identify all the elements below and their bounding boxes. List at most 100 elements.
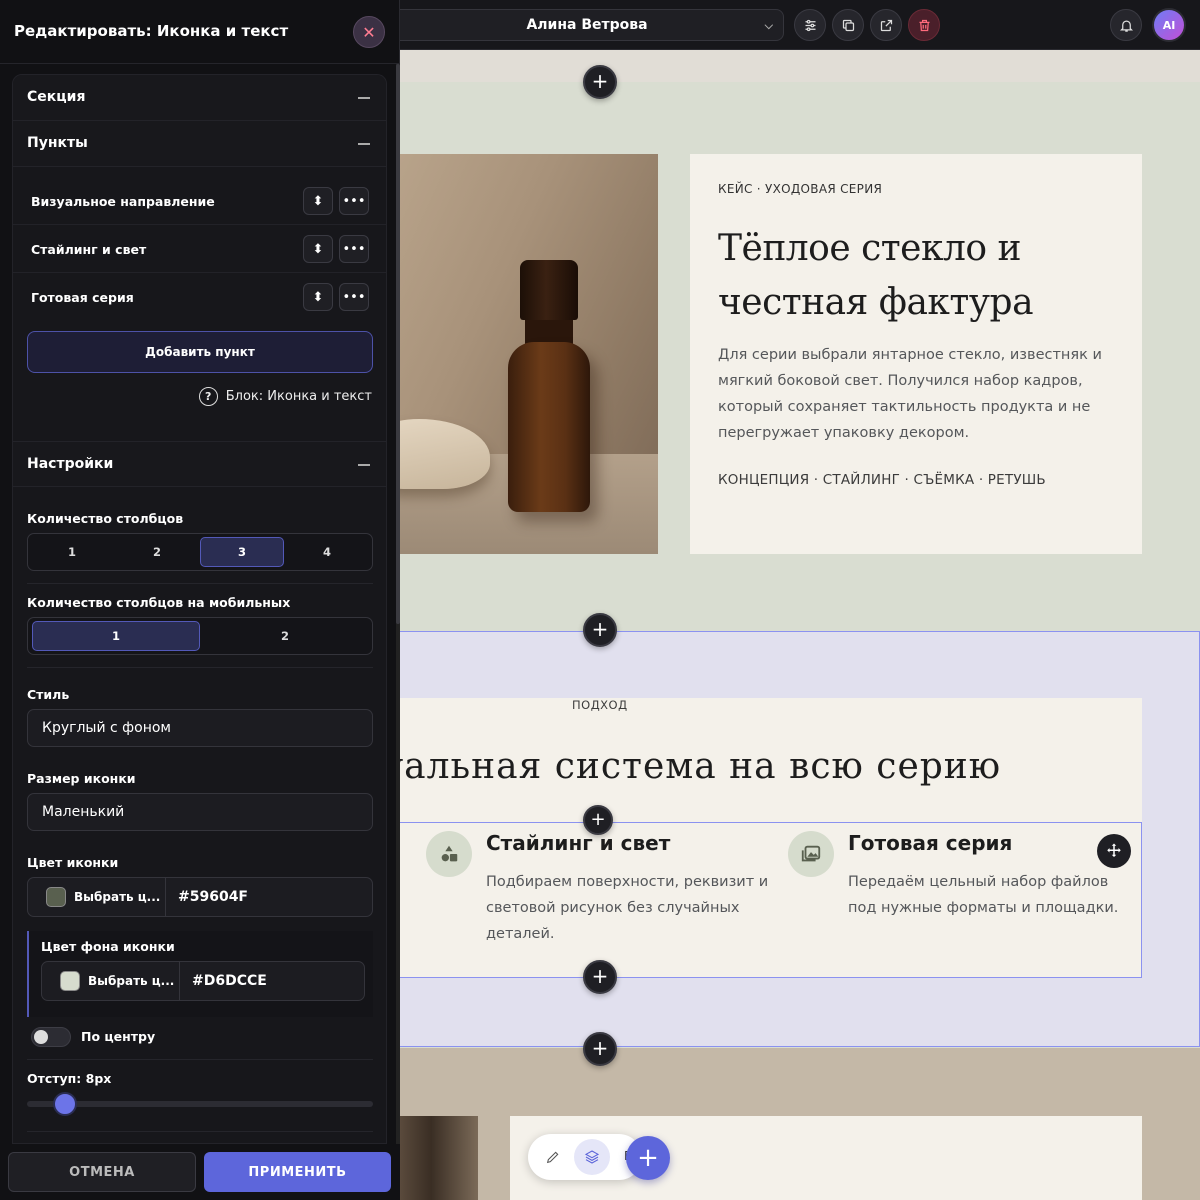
- more-button[interactable]: •••: [339, 283, 369, 311]
- add-section-button[interactable]: +: [583, 613, 617, 647]
- panel-footer: ОТМЕНА ПРИМЕНИТЬ: [0, 1144, 400, 1200]
- item-icon-circle: [426, 831, 472, 877]
- approach-section[interactable]: ПОДХОД уальная система на всю серию Стай…: [400, 631, 1200, 1047]
- panel-title: Редактировать: Иконка и текст: [14, 22, 289, 40]
- icon-bg-picker-button[interactable]: Выбрать ц...: [42, 962, 180, 1000]
- open-external-button[interactable]: [870, 9, 902, 41]
- edit-panel: Редактировать: Иконка и текст ✕ Секция П…: [0, 0, 400, 1200]
- columns-option-1[interactable]: 1: [32, 537, 112, 567]
- collapse-icon: [358, 143, 370, 145]
- color-swatch: [46, 887, 66, 907]
- item-row-label: Готовая серия: [31, 290, 134, 305]
- item-text: Передаём цельный набор файлов под нужные…: [848, 874, 1119, 916]
- reorder-button[interactable]: ⬍: [303, 187, 333, 215]
- case-card[interactable]: КЕЙС · УХОДОВАЯ СЕРИЯ Тёплое стекло и че…: [690, 154, 1142, 554]
- next-section[interactable]: [400, 1048, 1200, 1200]
- notifications-button[interactable]: [1110, 9, 1142, 41]
- more-button[interactable]: •••: [339, 235, 369, 263]
- photo-bottle: [508, 342, 590, 512]
- section-divider-strip: [400, 50, 1200, 82]
- add-block-button[interactable]: +: [583, 960, 617, 994]
- icon-size-select[interactable]: Маленький: [27, 793, 373, 831]
- add-section-button[interactable]: +: [583, 1032, 617, 1066]
- reorder-button[interactable]: ⬍: [303, 283, 333, 311]
- add-element-button[interactable]: +: [626, 1136, 670, 1180]
- ai-avatar-button[interactable]: AI: [1152, 8, 1186, 42]
- close-icon: ✕: [362, 22, 376, 42]
- mobile-columns-option-1[interactable]: 1: [32, 621, 200, 651]
- item-row[interactable]: Готовая серия ⬍ •••: [13, 273, 386, 321]
- more-button[interactable]: •••: [339, 187, 369, 215]
- add-block-button[interactable]: +: [583, 805, 613, 835]
- move-icon[interactable]: [1097, 834, 1131, 868]
- color-swatch: [60, 971, 80, 991]
- settings-sliders-button[interactable]: [794, 9, 826, 41]
- plus-icon: +: [590, 808, 606, 830]
- approach-title: уальная система на всю серию: [400, 746, 1002, 787]
- item-row[interactable]: Визуальное направление ⬍ •••: [13, 177, 386, 225]
- icon-bg-hex-input[interactable]: #D6DCCE: [192, 973, 267, 989]
- case-tags: КОНЦЕПЦИЯ · СТАЙЛИНГ · СЪЁМКА · РЕТУШЬ: [718, 472, 1046, 488]
- icon-bg-group: Цвет фона иконки Выбрать ц... #D6DCCE: [27, 931, 373, 1017]
- approach-eyebrow: ПОДХОД: [572, 698, 628, 712]
- add-section-button[interactable]: +: [583, 65, 617, 99]
- next-section-photo: [400, 1116, 478, 1200]
- gallery-icon: [801, 845, 821, 862]
- icon-bg-color-field: Выбрать ц... #D6DCCE: [41, 961, 365, 1001]
- section-accordion-header[interactable]: Секция: [13, 75, 386, 121]
- item-text: Подбираем поверхности, реквизит и светов…: [486, 874, 769, 942]
- style-select[interactable]: Круглый с фоном: [27, 709, 373, 747]
- editor-root: Алина Ветрова ⌵ AI КЕЙС · УХОДОВАЯ СЕРИЯ…: [0, 0, 1200, 1200]
- accordion-label: Настройки: [27, 456, 114, 472]
- icon-bg-label: Цвет фона иконки: [41, 939, 175, 954]
- center-toggle[interactable]: [31, 1027, 71, 1047]
- add-item-button[interactable]: Добавить пункт: [27, 331, 373, 373]
- chevron-down-icon: ⌵: [764, 19, 773, 32]
- style-label: Стиль: [27, 687, 70, 702]
- page-select[interactable]: Алина Ветрова ⌵: [400, 9, 784, 41]
- close-panel-button[interactable]: ✕: [353, 16, 385, 48]
- accordion-label: Секция: [27, 89, 86, 105]
- toggle-knob: [34, 1030, 48, 1044]
- item-row[interactable]: Стайлинг и свет ⬍ •••: [13, 225, 386, 273]
- product-photo[interactable]: [400, 154, 658, 554]
- padding-slider[interactable]: [27, 1092, 373, 1116]
- help-icon: ?: [198, 387, 218, 406]
- slider-thumb[interactable]: [53, 1092, 77, 1116]
- columns-option-4[interactable]: 4: [286, 537, 368, 567]
- layers-button[interactable]: [574, 1139, 610, 1175]
- cancel-button[interactable]: ОТМЕНА: [8, 1152, 196, 1192]
- scrollbar-thumb[interactable]: [396, 64, 400, 624]
- picker-label: Выбрать ц...: [74, 890, 161, 904]
- drag-vertical-icon: ⬍: [312, 289, 324, 305]
- duplicate-button[interactable]: [832, 9, 864, 41]
- case-section[interactable]: КЕЙС · УХОДОВАЯ СЕРИЯ Тёплое стекло и че…: [400, 50, 1200, 630]
- reorder-button[interactable]: ⬍: [303, 235, 333, 263]
- item-row-label: Стайлинг и свет: [31, 242, 147, 257]
- shapes-icon: [441, 845, 458, 862]
- item-icon-circle: [788, 831, 834, 877]
- collapse-icon: [358, 97, 370, 99]
- items-accordion-header[interactable]: Пункты: [13, 121, 386, 167]
- trash-icon: [919, 19, 929, 31]
- photo-stone: [400, 419, 490, 489]
- item-row-label: Визуальное направление: [31, 194, 215, 209]
- columns-option-2[interactable]: 2: [116, 537, 198, 567]
- icon-color-hex-input[interactable]: #59604F: [178, 889, 248, 905]
- settings-accordion-header[interactable]: Настройки: [13, 441, 386, 487]
- page-select-label: Алина Ветрова: [526, 17, 648, 33]
- apply-button[interactable]: ПРИМЕНИТЬ: [204, 1152, 391, 1192]
- columns-option-3[interactable]: 3: [200, 537, 284, 567]
- edit-mode-button[interactable]: [538, 1142, 568, 1172]
- icon-color-picker-button[interactable]: Выбрать ц...: [28, 878, 166, 916]
- icon-text-block[interactable]: Стайлинг и свет Подбираем поверхности, р…: [400, 822, 1142, 978]
- plus-icon: +: [591, 69, 609, 93]
- panel-scrollbar[interactable]: [396, 64, 400, 1144]
- layers-icon: [584, 1150, 600, 1164]
- panel-body: Секция Пункты Визуальное направление ⬍ •…: [12, 74, 387, 1144]
- block-info[interactable]: ? Блок: Иконка и текст: [198, 387, 372, 406]
- divider: [27, 1059, 373, 1060]
- more-dots-icon: •••: [342, 193, 366, 209]
- mobile-columns-option-2[interactable]: 2: [202, 621, 368, 651]
- delete-button[interactable]: [908, 9, 940, 41]
